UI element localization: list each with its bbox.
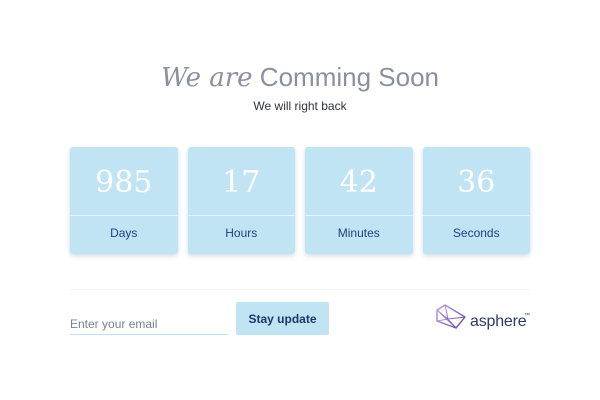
coming-soon-page: We are Comming Soon We will right back 9… <box>0 0 600 400</box>
diamond-logo-icon <box>436 304 466 329</box>
countdown-seconds: 36 Seconds <box>422 147 530 254</box>
countdown-seconds-value: 36 <box>457 165 496 200</box>
brand-logo: asphere ™ <box>436 304 532 334</box>
countdown-timer: 985 Days 17 Hours 42 Minutes 36 Seconds <box>70 147 530 254</box>
countdown-minutes: 42 Minutes <box>305 147 413 254</box>
countdown-divider <box>187 215 295 216</box>
page-title: We are Comming Soon <box>0 60 600 95</box>
countdown-minutes-value: 42 <box>339 165 378 200</box>
countdown-divider <box>70 215 178 216</box>
countdown-hours-label: Hours <box>225 226 258 240</box>
countdown-hours: 17 Hours <box>187 147 295 254</box>
countdown-seconds-label: Seconds <box>452 226 500 240</box>
brand-name: asphere <box>470 313 527 330</box>
countdown-days-label: Days <box>110 226 138 240</box>
countdown-hours-value: 17 <box>222 165 261 200</box>
trademark-mark: ™ <box>524 313 530 319</box>
page-title-italic: We are <box>160 63 253 93</box>
countdown-divider <box>422 215 530 216</box>
page-subtitle: We will right back <box>253 99 347 113</box>
page-title-rest: Comming Soon <box>259 62 439 92</box>
email-input[interactable] <box>70 314 228 335</box>
countdown-days-value: 985 <box>95 165 153 200</box>
stay-update-button[interactable]: Stay update <box>236 302 329 335</box>
section-divider <box>70 289 530 290</box>
countdown-days: 985 Days <box>70 147 178 254</box>
countdown-minutes-label: Minutes <box>337 226 380 240</box>
countdown-divider <box>305 215 413 216</box>
